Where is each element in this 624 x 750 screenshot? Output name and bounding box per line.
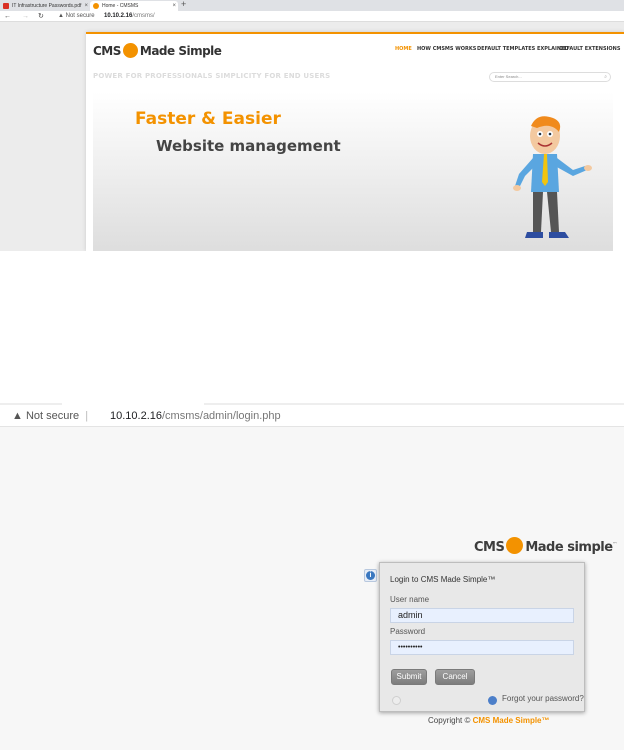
login-form: Login to CMS Made Simple™ User name admi… bbox=[379, 562, 585, 712]
cmsms-site: CMS Made Simple HOME HOW CMSMS WORKS DEFA… bbox=[86, 32, 624, 251]
mascot-illustration bbox=[513, 116, 592, 238]
nav-home[interactable]: HOME bbox=[395, 46, 412, 52]
not-secure-indicator[interactable]: ▲ Not secure bbox=[58, 11, 95, 22]
nav-default-templates[interactable]: DEFAULT TEMPLATES EXPLAINED bbox=[477, 46, 569, 52]
cmsms-link[interactable]: CMS Made Simple™ bbox=[473, 716, 550, 725]
close-icon[interactable]: × bbox=[172, 1, 176, 11]
hero-banner: Faster & Easier Website management bbox=[93, 92, 613, 251]
logo-ball-icon bbox=[122, 43, 138, 58]
forgot-password-link[interactable]: Forgot your password? bbox=[502, 694, 584, 703]
site-tagline: POWER FOR PROFESSIONALS SIMPLICITY FOR E… bbox=[93, 72, 331, 80]
login-page: CMS Made simple™ i Login to CMS Made Simp… bbox=[0, 427, 624, 750]
tab-cmsms-home[interactable]: Home - CMSMS × bbox=[90, 1, 178, 11]
composite-screenshot: IT Infrastructure Passwords.pdf × Home -… bbox=[0, 0, 624, 750]
cmsms-login-logo: CMS Made simple™ bbox=[474, 537, 617, 555]
tab-label: IT Infrastructure Passwords.pdf bbox=[12, 3, 82, 9]
back-icon[interactable]: ← bbox=[4, 11, 11, 22]
close-icon[interactable]: × bbox=[84, 1, 88, 11]
password-field[interactable]: •••••••••• bbox=[390, 640, 574, 655]
address-bar-login: ▲ Not secure | 10.10.2.16/cmsms/admin/lo… bbox=[0, 405, 624, 427]
forgot-password-icon bbox=[488, 696, 497, 705]
tab-pdf[interactable]: IT Infrastructure Passwords.pdf × bbox=[0, 1, 90, 11]
login-title: Login to CMS Made Simple™ bbox=[390, 575, 496, 584]
banner-subheadline: Website management bbox=[156, 137, 341, 155]
cancel-button[interactable]: Cancel bbox=[435, 669, 475, 685]
browser-tab-strip: IT Infrastructure Passwords.pdf × Home -… bbox=[0, 0, 624, 11]
password-label: Password bbox=[390, 627, 426, 636]
address-bar: ← → ↻ ▲ Not secure 10.10.2.16/cmsms/ bbox=[0, 11, 624, 22]
search-icon[interactable]: ⌕ bbox=[604, 73, 607, 81]
cmsms-logo[interactable]: CMS Made Simple bbox=[93, 43, 222, 58]
new-tab-button[interactable]: + bbox=[181, 0, 186, 9]
username-label: User name bbox=[390, 595, 430, 604]
url-field[interactable]: 10.10.2.16/cmsms/admin/login.php bbox=[110, 405, 281, 427]
pdf-icon bbox=[3, 3, 9, 9]
banner-headline: Faster & Easier bbox=[135, 109, 281, 129]
url-field[interactable]: 10.10.2.16/cmsms/ bbox=[104, 11, 155, 22]
tab-label: Home - CMSMS bbox=[102, 3, 139, 9]
copyright-notice: Copyright © CMS Made Simple™ bbox=[428, 716, 550, 725]
submit-button[interactable]: Submit bbox=[391, 669, 427, 685]
username-field[interactable]: admin bbox=[390, 608, 574, 623]
cmsms-favicon-icon bbox=[93, 3, 99, 9]
nav-how-cmsms-works[interactable]: HOW CMSMS WORKS bbox=[417, 46, 476, 52]
info-icon[interactable]: i bbox=[364, 569, 377, 582]
page-viewport: CMS Made Simple HOME HOW CMSMS WORKS DEFA… bbox=[0, 22, 624, 251]
forward-icon[interactable]: → bbox=[22, 11, 29, 22]
help-icon[interactable] bbox=[392, 696, 401, 705]
site-search-input[interactable]: Enter Search... ⌕ bbox=[489, 72, 611, 82]
reload-icon[interactable]: ↻ bbox=[38, 11, 44, 22]
logo-ball-icon bbox=[506, 537, 524, 554]
nav-default-extensions[interactable]: DEFAULT EXTENSIONS bbox=[559, 46, 620, 52]
blank-gap bbox=[0, 251, 624, 403]
not-secure-indicator[interactable]: ▲ Not secure | bbox=[12, 405, 88, 427]
